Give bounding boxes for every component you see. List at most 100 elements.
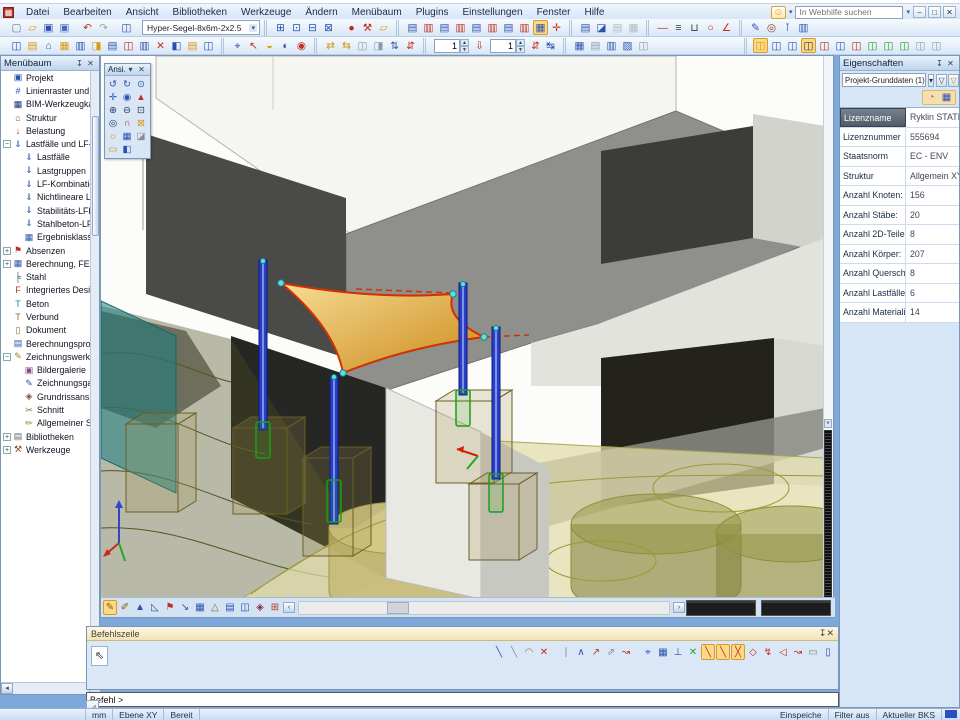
menu-item[interactable]: Bibliotheken [166, 6, 234, 19]
expand-toggle-icon[interactable] [14, 180, 22, 188]
expand-toggle-icon[interactable] [14, 379, 22, 387]
status-segment[interactable]: mm [86, 709, 113, 720]
display-tool-2[interactable]: ◪ [594, 20, 609, 35]
window-layout[interactable]: ◫ [119, 20, 134, 35]
line-style[interactable]: — [655, 20, 670, 35]
display-tool-4[interactable]: ▦ [626, 20, 641, 35]
preview-thumbnail-2[interactable] [761, 600, 831, 616]
rotate-z-icon[interactable]: ⊙ [134, 78, 148, 91]
scroll-right-icon[interactable]: › [673, 602, 685, 613]
view-preset-3[interactable]: ◫ [785, 38, 800, 53]
render-pie-icon[interactable]: ◔ [925, 91, 938, 104]
tree-lastfaelle[interactable]: ⇓ Lastfälle [1, 151, 92, 164]
int-snap-icon[interactable]: ✕ [686, 644, 700, 660]
cursor-mode-button[interactable]: ⇖ [91, 646, 108, 666]
menu-item[interactable]: Menübaum [345, 6, 409, 19]
story-tool-5[interactable]: ▤ [469, 20, 484, 35]
pair-tool-2[interactable]: ◉ [294, 38, 309, 53]
model-tool-3[interactable]: ⌂ [41, 38, 56, 53]
view-preset-10[interactable]: ◫ [897, 38, 912, 53]
expand-toggle-icon[interactable] [14, 419, 22, 427]
model-tool-10[interactable]: ✕ [153, 38, 168, 53]
node-icon[interactable]: ▲ [133, 600, 147, 615]
swap-tool-1[interactable]: ⇄ [323, 38, 338, 53]
tree-stabilitaets-lfk[interactable]: ⇓ Stabilitäts-LFK [1, 204, 92, 217]
model-tool-7[interactable]: ▤ [105, 38, 120, 53]
scroll-down-icon[interactable]: ˅ [824, 419, 832, 428]
tree-absenzen[interactable]: + ⚑ Absenzen [1, 244, 92, 257]
annotate-icon[interactable]: ✐ [118, 600, 132, 615]
new-file[interactable]: ▢ [9, 20, 24, 35]
menu-item[interactable]: Datei [19, 6, 56, 19]
plate-snap-icon[interactable]: ▭ [806, 644, 820, 660]
tree-belastung[interactable]: ↓ Belastung [1, 124, 92, 137]
expand-toggle-icon[interactable] [14, 406, 22, 414]
expand-toggle-icon[interactable] [3, 114, 11, 122]
camera-2-icon[interactable]: ◪ [134, 130, 148, 143]
search-caret-icon[interactable]: ▾ [906, 8, 910, 16]
cascade-window[interactable]: ⊠ [321, 20, 336, 35]
triangle-icon[interactable]: △ [208, 600, 222, 615]
menu-item[interactable]: Bearbeiten [56, 6, 118, 19]
save-file[interactable]: ▣ [41, 20, 56, 35]
pin-icon[interactable]: ↧ [934, 59, 945, 68]
close-icon[interactable]: ✕ [85, 59, 96, 68]
story-tool-8[interactable]: ▥ [517, 20, 532, 35]
expand-toggle-icon[interactable] [3, 127, 11, 135]
model-tool-1[interactable]: ◫ [9, 38, 24, 53]
snap-angle-icon[interactable]: ∧ [574, 644, 588, 660]
status-segment[interactable]: Filter aus [829, 709, 877, 720]
ortho-snap-2-icon[interactable]: ╲ [716, 644, 730, 660]
snap-ne-icon[interactable]: ↗ [589, 644, 603, 660]
scrollbar-thumb[interactable] [824, 430, 832, 598]
help-caret-icon[interactable]: ▾ [789, 8, 793, 16]
repair-tool[interactable]: ⚒ [360, 20, 375, 35]
delete-zoom-icon[interactable]: ⊠ [134, 117, 148, 130]
pin-icon[interactable]: ↧ [74, 59, 85, 68]
tree-grundrissansicht[interactable]: ◈ Grundrissansicht [1, 390, 92, 403]
snap-vector-icon[interactable]: ⇗ [604, 644, 618, 660]
property-row[interactable]: Struktur Allgemein XYZ [840, 167, 959, 187]
tree-bildergalerie[interactable]: ▣ Bildergalerie [1, 364, 92, 377]
expand-toggle-icon[interactable] [3, 300, 11, 308]
chevron-down-icon[interactable]: ▾ [125, 65, 136, 74]
view-preset-7[interactable]: ◫ [849, 38, 864, 53]
level-up[interactable]: ⇅ [387, 38, 402, 53]
expand-toggle-icon[interactable] [3, 100, 11, 108]
expand-toggle-icon[interactable] [3, 273, 11, 281]
app-icon[interactable]: ▦ [3, 7, 14, 18]
tree-bim-werkzeugkasten[interactable]: ▦ BIM-Werkzeugkasten [1, 98, 92, 111]
model-tool-13[interactable]: ◫ [201, 38, 216, 53]
model-tool-6[interactable]: ◨ [89, 38, 104, 53]
model-tool-5[interactable]: ▥ [73, 38, 88, 53]
person-load[interactable]: ◒ [262, 38, 277, 53]
zoom-out-icon[interactable]: ⊖ [120, 104, 134, 117]
view-preset-6[interactable]: ◫ [833, 38, 848, 53]
command-input[interactable] [86, 692, 839, 707]
expand-toggle-icon[interactable]: − [3, 353, 11, 361]
property-group-select[interactable]: Projekt-Grunddaten (1) [842, 73, 926, 87]
expand-toggle-icon[interactable] [14, 233, 22, 241]
spinner-down-icon[interactable]: ▼ [460, 46, 469, 53]
view-preset-5[interactable]: ◫ [817, 38, 832, 53]
webhelp-search-input[interactable] [795, 6, 903, 19]
chevron-down-icon[interactable]: ▾ [928, 74, 934, 87]
pick-tool[interactable]: ⌖ [230, 38, 245, 53]
poly-snap-icon[interactable]: ◇ [746, 644, 760, 660]
export-folder[interactable]: ▱ [376, 20, 391, 35]
help-smiley-icon[interactable]: ☺ [771, 6, 786, 19]
expand-toggle-icon[interactable] [14, 393, 22, 401]
tree-integriertes-design[interactable]: F Integriertes Design Forms [1, 284, 92, 297]
sheet-tool[interactable]: ◫ [636, 38, 651, 53]
model-tool-11[interactable]: ◧ [169, 38, 184, 53]
property-row[interactable]: Anzahl Stäbe: 20 [840, 206, 959, 226]
view-preset-9[interactable]: ◫ [881, 38, 896, 53]
menu-item[interactable]: Fenster [530, 6, 578, 19]
story-spinner-input[interactable] [434, 39, 460, 53]
spinner-up-icon[interactable]: ▲ [460, 39, 469, 46]
menu-item[interactable]: Werkzeuge [234, 6, 298, 19]
snap-line2-icon[interactable]: ╲ [507, 644, 521, 660]
3d-scene[interactable] [101, 56, 825, 599]
align-view-icon[interactable]: ▲ [134, 91, 148, 104]
menu-item[interactable]: Plugins [409, 6, 456, 19]
